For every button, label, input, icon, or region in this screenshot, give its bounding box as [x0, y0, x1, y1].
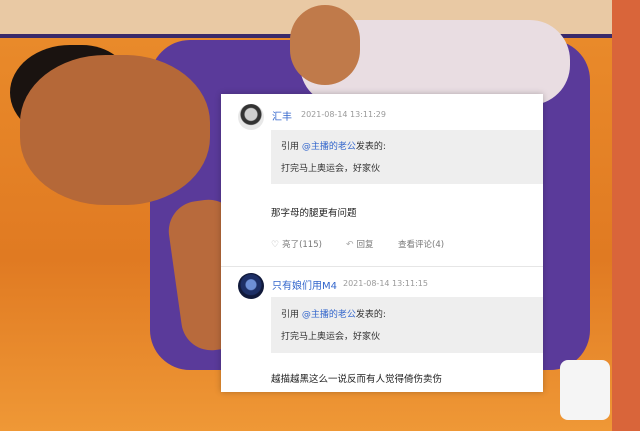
reply-arrow-icon: ↶: [346, 240, 354, 250]
thumbs-up-icon: ♡: [271, 240, 280, 250]
player-face: [20, 55, 210, 205]
quote-block: 引用 @主播的老公发表的: 打完马上奥运会，好家伙: [271, 130, 543, 184]
quote-block: 引用 @主播的老公发表的: 打完马上奥运会，好家伙: [271, 297, 543, 353]
quote-text: 打完马上奥运会，好家伙: [281, 164, 381, 174]
comment-username[interactable]: 汇丰: [272, 108, 292, 123]
player-hand: [290, 5, 360, 85]
quote-user-link[interactable]: @主播的老公: [302, 310, 356, 320]
quote-prefix: 引用: [281, 310, 302, 320]
view-comments-link[interactable]: 查看评论(4): [398, 238, 444, 250]
comment-body: 越描越黑这么一说反而有人觉得倚伤卖伤: [271, 374, 443, 385]
quote-text: 打完马上奥运会，好家伙: [281, 332, 381, 342]
quote-header: 引用 @主播的老公发表的:: [281, 307, 386, 320]
quote-header: 引用 @主播的老公发表的:: [281, 139, 386, 152]
player-sock: [560, 360, 610, 420]
quote-user-link[interactable]: @主播的老公: [302, 142, 356, 152]
comment-card: 只有娘们用M4 2021-08-14 13:11:15 引用 @主播的老公发表的…: [221, 267, 543, 392]
comment-body: 那字母的腿更有问题: [271, 208, 357, 219]
comment-time: 2021-08-14 13:11:29: [301, 110, 386, 119]
like-label: 亮了(115): [282, 240, 322, 250]
quote-suffix: 发表的:: [355, 142, 386, 152]
comment-card: 汇丰 2021-08-14 13:11:29 引用 @主播的老公发表的: 打完马…: [221, 94, 543, 266]
quote-prefix: 引用: [281, 142, 302, 152]
comments-panel: 汇丰 2021-08-14 13:11:29 引用 @主播的老公发表的: 打完马…: [221, 94, 543, 392]
comment-username[interactable]: 只有娘们用M4: [272, 277, 337, 292]
right-edge-strip: [612, 0, 640, 431]
avatar[interactable]: [238, 273, 264, 299]
quote-suffix: 发表的:: [355, 310, 386, 320]
avatar[interactable]: [238, 104, 264, 130]
like-button[interactable]: ♡ 亮了(115): [271, 238, 322, 250]
comment-time: 2021-08-14 13:11:15: [343, 279, 428, 288]
reply-button[interactable]: ↶ 回复: [346, 238, 374, 250]
reply-label: 回复: [356, 240, 374, 250]
